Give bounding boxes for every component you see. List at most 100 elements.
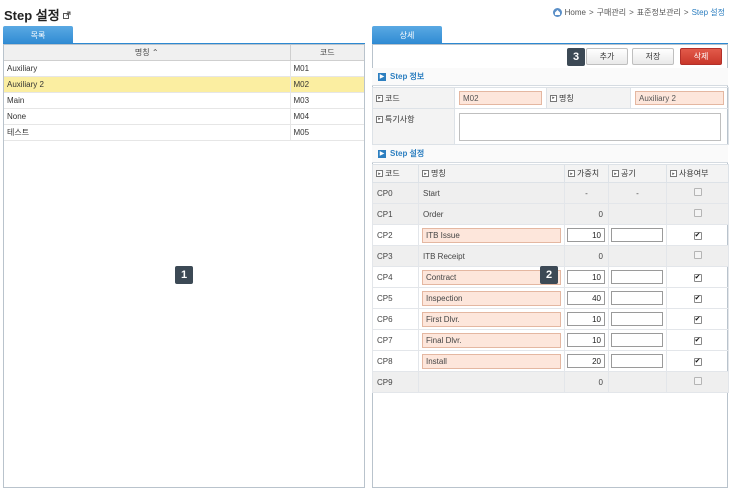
list-cell-name: None bbox=[4, 108, 291, 125]
step-code: CP2 bbox=[372, 224, 419, 246]
period-input[interactable] bbox=[611, 354, 663, 368]
period-input[interactable] bbox=[611, 333, 663, 347]
step-weight-cell: 0 bbox=[564, 245, 609, 267]
period-input[interactable] bbox=[611, 228, 663, 242]
column-header-code[interactable]: 코드 bbox=[290, 45, 364, 61]
use-checkbox[interactable] bbox=[693, 377, 702, 385]
weight-input[interactable]: 10 bbox=[567, 333, 605, 347]
step-name-text: ITB Receipt bbox=[423, 251, 465, 261]
use-checkbox[interactable]: ✔ bbox=[693, 273, 702, 282]
step-period-cell bbox=[608, 329, 667, 351]
step-weight-cell: 10 bbox=[564, 266, 609, 288]
field-bullet-icon: ▸ bbox=[376, 115, 383, 123]
code-label: 코드 bbox=[385, 93, 400, 103]
step-name-text: Start bbox=[423, 188, 440, 198]
field-bullet-icon: ▸ bbox=[568, 170, 575, 178]
list-cell-name: Auxiliary bbox=[4, 60, 291, 77]
step-code: CP3 bbox=[372, 245, 419, 267]
step-period-cell bbox=[608, 266, 667, 288]
step-name-field: ITB Issue bbox=[422, 227, 561, 243]
field-bullet-icon: ▸ bbox=[550, 94, 557, 102]
delete-button[interactable]: 삭제 bbox=[680, 48, 722, 65]
column-header-name[interactable]: 명칭 ⌃ bbox=[4, 45, 291, 61]
save-button[interactable]: 저장 bbox=[632, 48, 674, 65]
weight-input[interactable]: 10 bbox=[567, 312, 605, 326]
step-code: CP0 bbox=[372, 182, 419, 204]
list-row[interactable]: Auxiliary M01 bbox=[4, 60, 364, 77]
breadcrumb-standard-info[interactable]: 표준정보관리 bbox=[637, 7, 681, 18]
step-use-cell: ✔ bbox=[666, 266, 729, 288]
step-period-cell bbox=[608, 287, 667, 309]
step-code: CP6 bbox=[372, 308, 419, 330]
list-row[interactable]: Main M03 bbox=[4, 92, 364, 109]
add-button[interactable]: 추가 bbox=[586, 48, 628, 65]
step-name-cell: Install bbox=[418, 350, 565, 372]
breadcrumb: Home > 구매관리 > 표준정보관리 > Step 설정 bbox=[552, 7, 725, 18]
breadcrumb-sep: > bbox=[629, 8, 634, 17]
step-period-cell bbox=[608, 203, 667, 225]
list-row[interactable]: 테스트 M05 bbox=[4, 124, 364, 141]
use-checkbox[interactable]: ✔ bbox=[693, 336, 702, 345]
use-checkbox[interactable]: ✔ bbox=[693, 231, 702, 240]
home-icon[interactable] bbox=[552, 8, 562, 17]
step-weight-cell: - bbox=[564, 182, 609, 204]
section-arrow-icon: ▶ bbox=[378, 149, 386, 158]
annotation-marker-2: 2 bbox=[540, 266, 558, 284]
list-cell-name: 테스트 bbox=[4, 124, 291, 141]
remark-textarea[interactable] bbox=[459, 112, 721, 141]
list-row[interactable]: Auxiliary 2 M02 bbox=[4, 76, 364, 93]
step-period-cell: - bbox=[608, 182, 667, 204]
step-name-field: Inspection bbox=[422, 290, 561, 306]
weight-input[interactable]: 20 bbox=[567, 354, 605, 368]
use-checkbox[interactable] bbox=[693, 209, 702, 217]
use-checkbox[interactable]: ✔ bbox=[693, 315, 702, 324]
step-use-cell bbox=[666, 371, 729, 393]
step-period-cell bbox=[608, 245, 667, 267]
use-checkbox[interactable]: ✔ bbox=[693, 357, 702, 366]
remark-value-cell bbox=[454, 108, 729, 145]
remark-label: 특기사항 bbox=[385, 114, 415, 124]
breadcrumb-home[interactable]: Home bbox=[565, 8, 586, 17]
step-period-cell bbox=[608, 308, 667, 330]
column-header-step-code: ▸ 코드 bbox=[372, 164, 419, 183]
step-row: CP7 Final Dlvr. 10 ✔ bbox=[372, 329, 729, 351]
step-use-cell bbox=[666, 182, 729, 204]
step-row: CP3 ITB Receipt 0 bbox=[372, 245, 729, 267]
list-table: 명칭 ⌃ 코드 Auxiliary M01 Auxiliary 2 M02 Main M0… bbox=[4, 45, 364, 141]
step-name-cell: Start bbox=[418, 182, 565, 204]
list-row[interactable]: None M04 bbox=[4, 108, 364, 125]
use-checkbox[interactable]: ✔ bbox=[693, 294, 702, 303]
step-name-field: Final Dlvr. bbox=[422, 332, 561, 348]
code-value-cell: M02 bbox=[454, 87, 547, 109]
list-cell-name: Auxiliary 2 bbox=[4, 76, 291, 93]
weight-input[interactable]: 40 bbox=[567, 291, 605, 305]
step-weight-cell: 0 bbox=[564, 203, 609, 225]
annotation-marker-1: 1 bbox=[175, 266, 193, 284]
step-period-cell bbox=[608, 371, 667, 393]
list-cell-code: M04 bbox=[290, 108, 364, 125]
breadcrumb-sep: > bbox=[588, 8, 594, 17]
step-use-cell bbox=[666, 203, 729, 225]
period-input[interactable] bbox=[611, 312, 663, 326]
period-input[interactable] bbox=[611, 270, 663, 284]
column-header-weight: ▸ 가중치 bbox=[564, 164, 609, 183]
name-label: 명칭 bbox=[559, 93, 574, 103]
name-label-cell: ▸ 명칭 bbox=[546, 87, 631, 109]
code-field: M02 bbox=[459, 91, 542, 105]
step-row: CP5 Inspection 40 ✔ bbox=[372, 287, 729, 309]
list-cell-name: Main bbox=[4, 92, 291, 109]
step-name-cell: ITB Receipt bbox=[418, 245, 565, 267]
section-arrow-icon: ▶ bbox=[378, 72, 386, 81]
use-checkbox[interactable] bbox=[693, 251, 702, 259]
use-checkbox[interactable] bbox=[693, 188, 702, 196]
period-input[interactable] bbox=[611, 291, 663, 305]
external-link-icon[interactable] bbox=[62, 7, 71, 19]
step-code: CP9 bbox=[372, 371, 419, 393]
name-value-cell: Auxiliary 2 bbox=[630, 87, 729, 109]
weight-input[interactable]: 10 bbox=[567, 228, 605, 242]
step-weight-cell: 20 bbox=[564, 350, 609, 372]
step-use-cell: ✔ bbox=[666, 350, 729, 372]
column-header-use: ▸ 사용여부 bbox=[666, 164, 729, 183]
weight-input[interactable]: 10 bbox=[567, 270, 605, 284]
breadcrumb-purchase[interactable]: 구매관리 bbox=[597, 7, 626, 18]
